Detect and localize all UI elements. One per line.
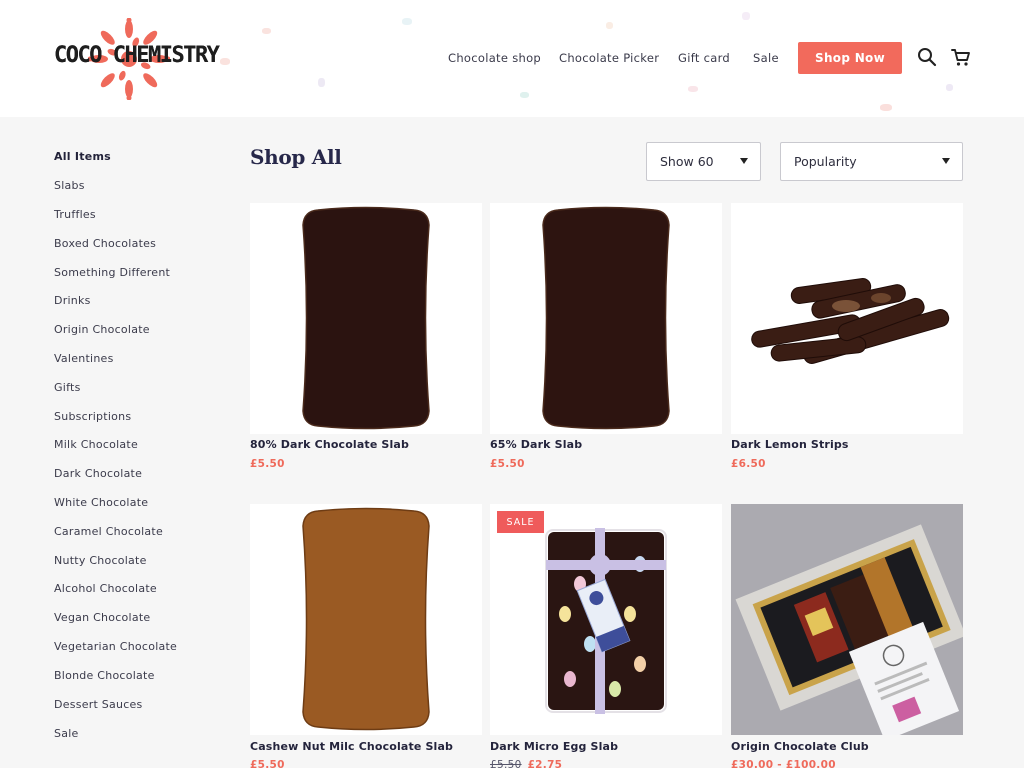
sort-value: Popularity (794, 154, 857, 169)
confetti-decoration (318, 78, 325, 87)
sidebar-item-sale[interactable]: Sale (54, 727, 79, 741)
sidebar-item-vegetarian-chocolate[interactable]: Vegetarian Chocolate (54, 640, 177, 654)
sidebar-item-dark-chocolate[interactable]: Dark Chocolate (54, 467, 142, 481)
sidebar-item-alcohol-chocolate[interactable]: Alcohol Chocolate (54, 582, 157, 596)
product-image[interactable] (250, 504, 482, 735)
chevron-down-icon (740, 158, 748, 164)
sidebar-item-boxed-chocolates[interactable]: Boxed Chocolates (54, 237, 156, 251)
confetti-decoration (220, 58, 230, 65)
shop-now-button[interactable]: Shop Now (798, 42, 902, 74)
sidebar-item-truffles[interactable]: Truffles (54, 208, 96, 222)
product-name[interactable]: Origin Chocolate Club (731, 740, 869, 753)
product-name[interactable]: 65% Dark Slab (490, 438, 582, 451)
confetti-decoration (262, 28, 271, 34)
page-title: Shop All (250, 145, 342, 169)
logo-wordmark: COCO CHEMISTRY (54, 43, 220, 68)
chevron-down-icon (942, 158, 950, 164)
confetti-decoration (688, 86, 698, 92)
sidebar-item-milk-chocolate[interactable]: Milk Chocolate (54, 438, 138, 452)
sidebar-item-blonde-chocolate[interactable]: Blonde Chocolate (54, 669, 155, 683)
search-icon[interactable] (916, 46, 938, 68)
gift-box-image (731, 504, 963, 735)
sidebar-item-valentines[interactable]: Valentines (54, 352, 114, 366)
sidebar-item-slabs[interactable]: Slabs (54, 179, 85, 193)
product-image[interactable] (250, 203, 482, 434)
sidebar-item-caramel-chocolate[interactable]: Caramel Chocolate (54, 525, 163, 539)
sidebar-item-origin-chocolate[interactable]: Origin Chocolate (54, 323, 150, 337)
confetti-decoration (402, 18, 412, 25)
confetti-decoration (606, 22, 613, 29)
product-price: £5.50 £2.75 (490, 759, 562, 768)
sidebar-item-white-chocolate[interactable]: White Chocolate (54, 496, 148, 510)
confetti-decoration (742, 12, 750, 20)
dark-chocolate-slab-image (542, 206, 670, 430)
sidebar-item-subscriptions[interactable]: Subscriptions (54, 410, 131, 424)
site-header: COCO CHEMISTRY Chocolate shop Chocolate … (0, 0, 1024, 117)
sidebar-item-drinks[interactable]: Drinks (54, 294, 91, 308)
product-name[interactable]: Cashew Nut Milc Chocolate Slab (250, 740, 453, 753)
product-image[interactable] (490, 203, 722, 434)
cart-icon[interactable] (950, 46, 972, 68)
product-name[interactable]: Dark Micro Egg Slab (490, 740, 618, 753)
nav-chocolate-picker[interactable]: Chocolate Picker (559, 51, 659, 65)
product-price: £5.50 (490, 458, 525, 470)
product-name[interactable]: Dark Lemon Strips (731, 438, 849, 451)
sidebar-item-vegan-chocolate[interactable]: Vegan Chocolate (54, 611, 150, 625)
sidebar-item-something-different[interactable]: Something Different (54, 266, 170, 280)
micro-egg-slab-image (545, 528, 667, 714)
nav-sale[interactable]: Sale (753, 51, 779, 65)
nav-gift-card[interactable]: Gift card (678, 51, 730, 65)
sale-price: £2.75 (527, 759, 563, 768)
per-page-value: Show 60 (660, 154, 714, 169)
product-price: £6.50 (731, 458, 766, 470)
product-price: £5.50 (250, 458, 285, 470)
sidebar-item-all-items[interactable]: All Items (54, 150, 111, 164)
nav-chocolate-shop[interactable]: Chocolate shop (448, 51, 541, 65)
product-image[interactable] (731, 504, 963, 735)
product-price: £5.50 (250, 759, 285, 768)
confetti-decoration (880, 104, 892, 111)
dark-chocolate-slab-image (302, 206, 430, 430)
milk-chocolate-slab-image (302, 507, 430, 731)
sidebar-item-dessert-sauces[interactable]: Dessert Sauces (54, 698, 143, 712)
site-logo[interactable]: COCO CHEMISTRY (54, 18, 220, 100)
sidebar-item-gifts[interactable]: Gifts (54, 381, 81, 395)
confetti-decoration (946, 84, 953, 91)
confetti-decoration (520, 92, 529, 98)
product-image[interactable]: SALE (490, 504, 722, 735)
sale-badge: SALE (497, 511, 544, 533)
per-page-select[interactable]: Show 60 (646, 142, 761, 181)
chocolate-strips-image (751, 278, 950, 364)
original-price: £5.50 (490, 759, 522, 768)
sidebar-item-nutty-chocolate[interactable]: Nutty Chocolate (54, 554, 147, 568)
sort-select[interactable]: Popularity (780, 142, 963, 181)
product-name[interactable]: 80% Dark Chocolate Slab (250, 438, 409, 451)
product-price: £30.00 - £100.00 (731, 759, 836, 768)
product-image[interactable] (731, 203, 963, 434)
